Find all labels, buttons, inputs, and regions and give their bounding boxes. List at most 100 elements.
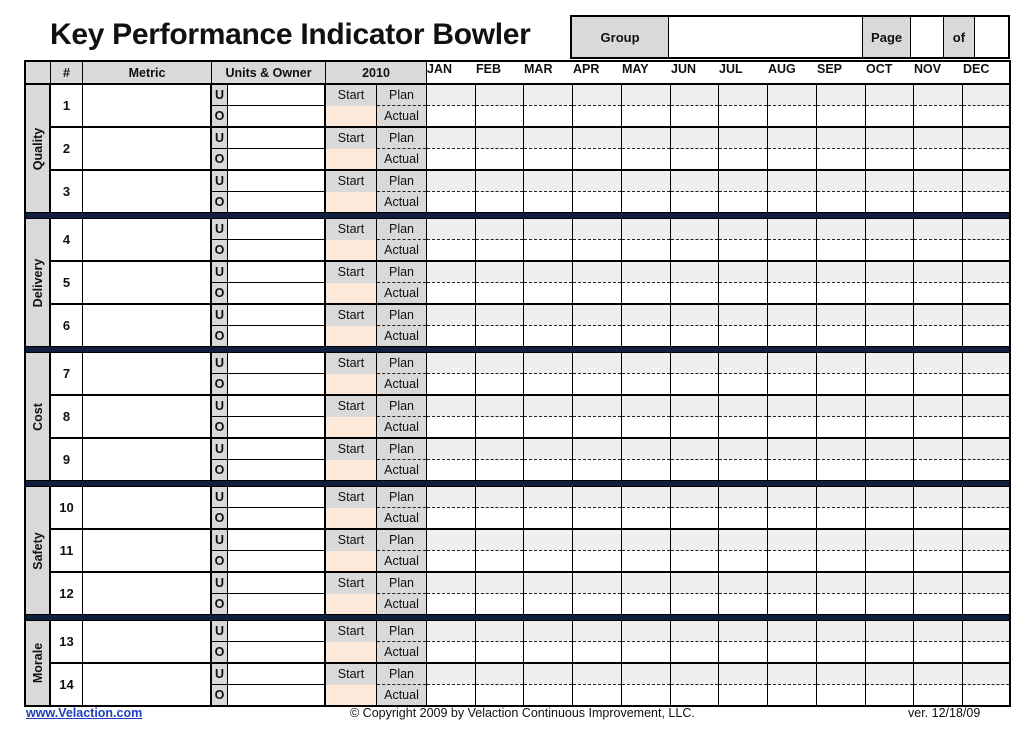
- actual-value-field[interactable]: [719, 106, 767, 126]
- actual-value-field[interactable]: [866, 240, 913, 260]
- actual-value-field[interactable]: [476, 106, 523, 126]
- actual-value-field[interactable]: [768, 240, 816, 260]
- actual-value-field[interactable]: [768, 374, 816, 394]
- actual-value-field[interactable]: [524, 106, 572, 126]
- plan-value-field[interactable]: [622, 262, 670, 283]
- actual-value-field[interactable]: [622, 374, 670, 394]
- owner-field[interactable]: [228, 460, 324, 480]
- actual-value-field[interactable]: [963, 374, 1009, 394]
- plan-value-field[interactable]: [914, 171, 962, 192]
- actual-value-field[interactable]: [622, 192, 670, 212]
- actual-value-field[interactable]: [719, 551, 767, 571]
- actual-value-field[interactable]: [573, 374, 621, 394]
- plan-value-field[interactable]: [719, 305, 767, 326]
- plan-value-field[interactable]: [866, 353, 913, 374]
- plan-value-field[interactable]: [768, 262, 816, 283]
- plan-value-field[interactable]: [671, 396, 718, 417]
- start-value-field[interactable]: [326, 684, 376, 705]
- owner-field[interactable]: [228, 240, 324, 260]
- actual-value-field[interactable]: [573, 594, 621, 614]
- actual-value-field[interactable]: [476, 685, 523, 705]
- actual-value-field[interactable]: [768, 551, 816, 571]
- plan-value-field[interactable]: [524, 621, 572, 642]
- plan-value-field[interactable]: [622, 396, 670, 417]
- units-field[interactable]: [228, 621, 324, 641]
- plan-value-field[interactable]: [427, 305, 475, 326]
- actual-value-field[interactable]: [768, 106, 816, 126]
- plan-value-field[interactable]: [476, 396, 523, 417]
- plan-value-field[interactable]: [427, 353, 475, 374]
- plan-value-field[interactable]: [427, 262, 475, 283]
- actual-value-field[interactable]: [914, 192, 962, 212]
- actual-value-field[interactable]: [866, 508, 913, 528]
- actual-value-field[interactable]: [768, 642, 816, 662]
- plan-value-field[interactable]: [719, 439, 767, 460]
- actual-value-field[interactable]: [476, 594, 523, 614]
- start-value-field[interactable]: [326, 641, 376, 662]
- actual-value-field[interactable]: [476, 149, 523, 169]
- plan-value-field[interactable]: [622, 664, 670, 685]
- actual-value-field[interactable]: [768, 149, 816, 169]
- plan-value-field[interactable]: [817, 262, 865, 283]
- plan-value-field[interactable]: [768, 171, 816, 192]
- plan-value-field[interactable]: [914, 219, 962, 240]
- plan-value-field[interactable]: [622, 621, 670, 642]
- plan-value-field[interactable]: [866, 573, 913, 594]
- plan-value-field[interactable]: [476, 219, 523, 240]
- plan-value-field[interactable]: [427, 487, 475, 508]
- plan-value-field[interactable]: [573, 85, 621, 106]
- plan-value-field[interactable]: [719, 487, 767, 508]
- actual-value-field[interactable]: [476, 642, 523, 662]
- actual-value-field[interactable]: [817, 417, 865, 437]
- owner-field[interactable]: [228, 283, 324, 303]
- actual-value-field[interactable]: [866, 106, 913, 126]
- actual-value-field[interactable]: [427, 326, 475, 346]
- plan-value-field[interactable]: [719, 530, 767, 551]
- plan-value-field[interactable]: [914, 439, 962, 460]
- actual-value-field[interactable]: [914, 460, 962, 480]
- actual-value-field[interactable]: [476, 508, 523, 528]
- plan-value-field[interactable]: [476, 664, 523, 685]
- actual-value-field[interactable]: [573, 326, 621, 346]
- actual-value-field[interactable]: [476, 283, 523, 303]
- actual-value-field[interactable]: [866, 417, 913, 437]
- plan-value-field[interactable]: [963, 219, 1009, 240]
- plan-value-field[interactable]: [768, 85, 816, 106]
- plan-value-field[interactable]: [719, 262, 767, 283]
- start-value-field[interactable]: [326, 507, 376, 528]
- plan-value-field[interactable]: [427, 573, 475, 594]
- plan-value-field[interactable]: [671, 353, 718, 374]
- plan-value-field[interactable]: [719, 573, 767, 594]
- actual-value-field[interactable]: [963, 240, 1009, 260]
- actual-value-field[interactable]: [817, 283, 865, 303]
- plan-value-field[interactable]: [671, 439, 718, 460]
- actual-value-field[interactable]: [671, 685, 718, 705]
- actual-value-field[interactable]: [914, 149, 962, 169]
- actual-value-field[interactable]: [914, 685, 962, 705]
- actual-value-field[interactable]: [914, 508, 962, 528]
- actual-value-field[interactable]: [427, 551, 475, 571]
- plan-value-field[interactable]: [622, 439, 670, 460]
- plan-value-field[interactable]: [622, 171, 670, 192]
- actual-value-field[interactable]: [524, 192, 572, 212]
- actual-value-field[interactable]: [622, 240, 670, 260]
- plan-value-field[interactable]: [671, 262, 718, 283]
- actual-value-field[interactable]: [671, 594, 718, 614]
- plan-value-field[interactable]: [914, 262, 962, 283]
- actual-value-field[interactable]: [866, 326, 913, 346]
- actual-value-field[interactable]: [427, 594, 475, 614]
- actual-value-field[interactable]: [524, 149, 572, 169]
- plan-value-field[interactable]: [427, 85, 475, 106]
- actual-value-field[interactable]: [622, 326, 670, 346]
- actual-value-field[interactable]: [817, 374, 865, 394]
- plan-value-field[interactable]: [866, 262, 913, 283]
- actual-value-field[interactable]: [963, 460, 1009, 480]
- actual-value-field[interactable]: [573, 283, 621, 303]
- plan-value-field[interactable]: [622, 85, 670, 106]
- plan-value-field[interactable]: [866, 439, 913, 460]
- plan-value-field[interactable]: [866, 664, 913, 685]
- actual-value-field[interactable]: [524, 508, 572, 528]
- actual-value-field[interactable]: [719, 508, 767, 528]
- plan-value-field[interactable]: [476, 487, 523, 508]
- units-field[interactable]: [228, 305, 324, 325]
